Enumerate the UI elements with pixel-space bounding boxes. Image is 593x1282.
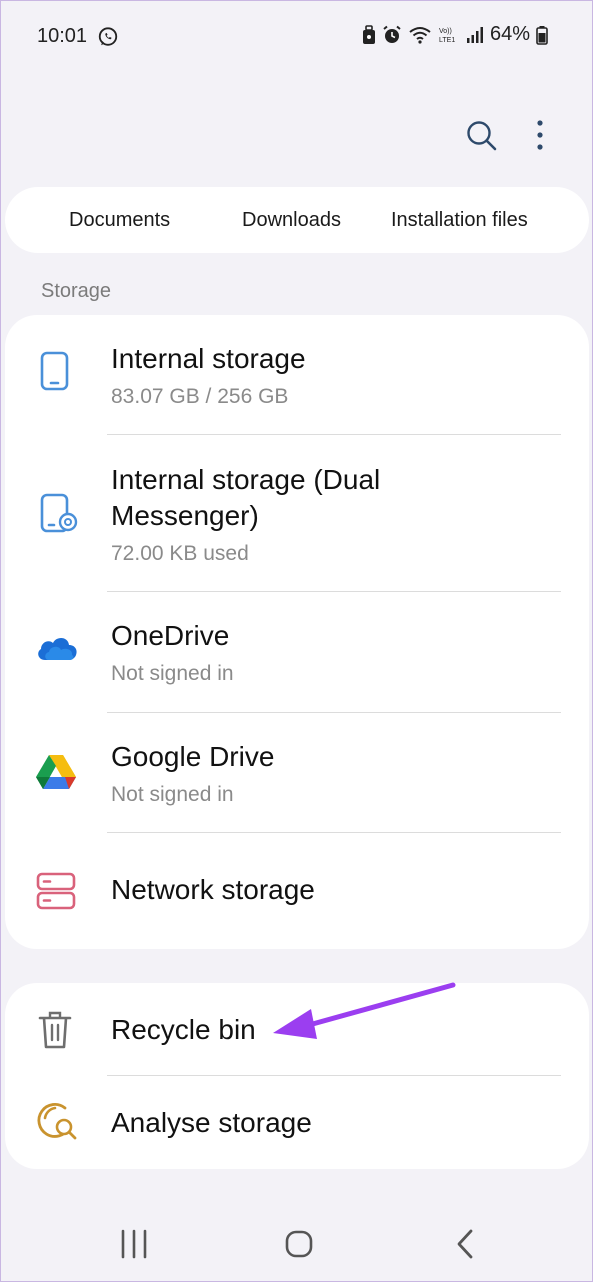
signal-icon	[466, 26, 483, 43]
battery-icon	[536, 25, 548, 45]
status-time: 10:01	[37, 25, 88, 47]
shortcut-installation-files[interactable]: Installation files	[391, 187, 528, 253]
home-icon[interactable]	[284, 1227, 314, 1261]
more-options-icon[interactable]	[529, 117, 551, 153]
svg-text:LTE1: LTE1	[439, 37, 455, 44]
analyse-storage-icon	[37, 1103, 77, 1140]
storage-item-title: Google Drive	[111, 741, 275, 772]
storage-list-card: Internal storage 83.07 GB / 256 GB Inter…	[5, 315, 589, 949]
shortcut-downloads[interactable]: Downloads	[242, 187, 341, 253]
storage-item-title: Internal storage	[111, 343, 306, 374]
storage-item-network[interactable]: Network storage	[5, 833, 589, 949]
storage-item-dual-messenger[interactable]: Internal storage (Dual Messenger) 72.00 …	[5, 435, 589, 591]
battery-percent: 64%	[489, 23, 530, 45]
storage-item-title: OneDrive	[111, 620, 230, 651]
storage-item-title-line2: Messenger)	[111, 500, 259, 531]
onedrive-icon	[38, 637, 77, 660]
storage-item-internal[interactable]: Internal storage 83.07 GB / 256 GB	[5, 315, 589, 435]
storage-item-google-drive[interactable]: Google Drive Not signed in	[5, 713, 589, 833]
search-icon[interactable]	[463, 117, 499, 153]
category-shortcuts: Documents Downloads Installation files	[5, 187, 589, 253]
annotation-arrow	[273, 982, 456, 1039]
phone-icon	[40, 351, 69, 391]
storage-item-subtitle: 83.07 GB / 256 GB	[111, 385, 289, 408]
lock-notification-icon	[362, 24, 375, 44]
storage-item-title-line1: Internal storage (Dual	[111, 464, 381, 495]
volte-icon: Vo)) LTE1	[439, 28, 455, 44]
trash-icon	[38, 1011, 72, 1049]
storage-item-title: Network storage	[111, 874, 315, 905]
back-icon[interactable]	[453, 1227, 477, 1261]
storage-item-subtitle: Not signed in	[111, 783, 234, 806]
status-indicators: Vo)) LTE1 64%	[362, 23, 548, 46]
wifi-icon	[409, 26, 431, 44]
whatsapp-icon	[98, 27, 118, 46]
dual-messenger-phone-icon	[40, 493, 78, 533]
recent-apps-icon[interactable]	[119, 1227, 149, 1261]
alarm-icon	[383, 25, 401, 43]
storage-section-label: Storage	[41, 280, 112, 302]
storage-item-subtitle: Not signed in	[111, 662, 234, 685]
google-drive-icon	[36, 755, 76, 789]
analyse-storage-item[interactable]: Analyse storage	[5, 1076, 589, 1169]
analyse-storage-label: Analyse storage	[111, 1107, 312, 1138]
shortcut-documents[interactable]: Documents	[69, 187, 170, 253]
svg-text:Vo)): Vo))	[439, 28, 452, 35]
recycle-bin-label: Recycle bin	[111, 1014, 256, 1045]
storage-item-onedrive[interactable]: OneDrive Not signed in	[5, 592, 589, 712]
storage-item-subtitle: 72.00 KB used	[111, 542, 249, 565]
network-storage-icon	[36, 872, 76, 910]
